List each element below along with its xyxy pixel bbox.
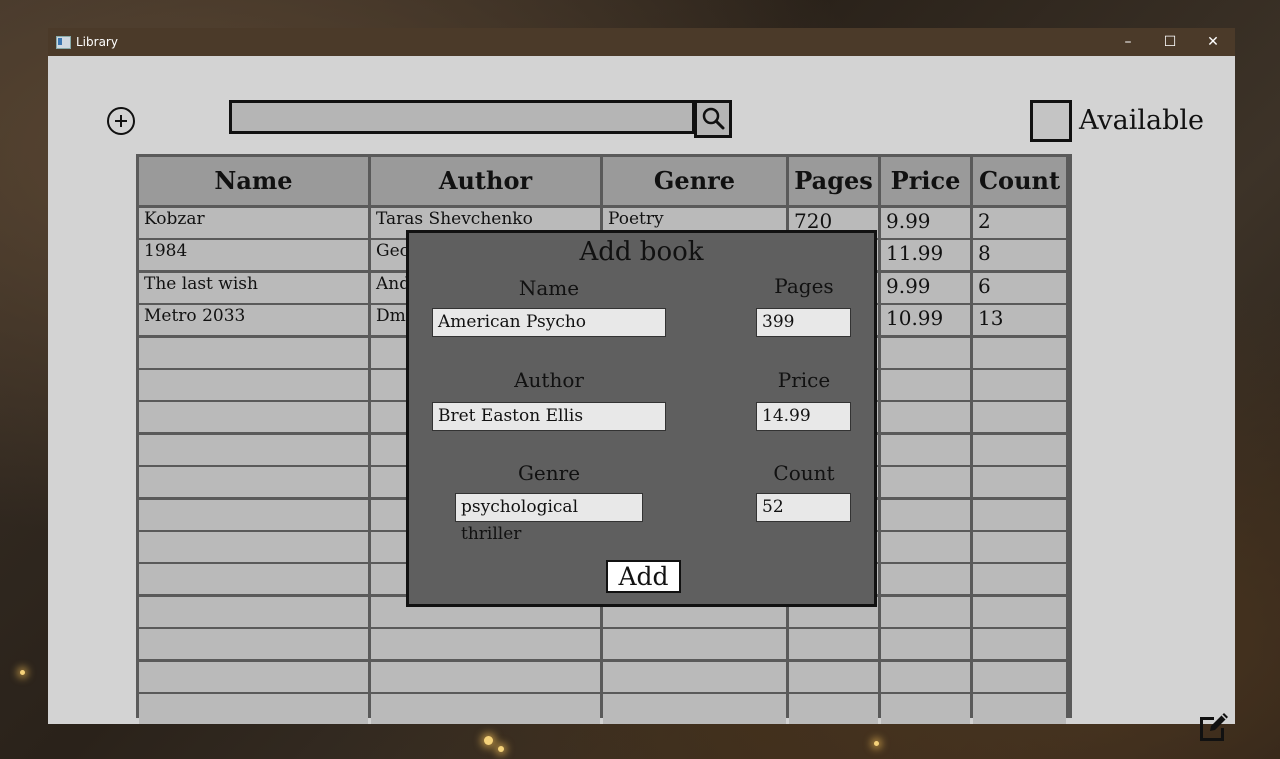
table-cell[interactable] [973,532,1066,562]
table-cell[interactable]: 9.99 [881,272,970,303]
background-light [20,670,25,675]
table-cell[interactable] [973,499,1066,530]
table-cell[interactable] [881,337,970,368]
table-cell[interactable] [881,499,970,530]
table-cell[interactable] [973,370,1066,400]
dialog-title: Add book [579,237,704,267]
pages-field[interactable]: 399 [756,308,851,337]
background-light [874,741,879,746]
table-cell[interactable] [881,694,970,724]
table-cell[interactable] [881,402,970,433]
pages-label: Pages [774,274,834,298]
table-cell[interactable]: 2 [973,208,1066,238]
table-cell[interactable] [789,629,878,660]
table-cell[interactable] [603,629,786,660]
table-cell[interactable] [789,694,878,724]
table-cell[interactable]: 6 [973,272,1066,303]
maximize-button[interactable]: ☐ [1148,28,1192,56]
close-button[interactable]: ✕ [1191,28,1235,56]
table-cell[interactable]: Kobzar [139,208,368,238]
table-cell[interactable] [139,629,368,660]
add-book-dialog: Add book Name American Psycho Pages 399 … [406,230,877,607]
table-cell[interactable] [603,694,786,724]
table-cell[interactable] [371,629,600,660]
table-cell[interactable] [139,467,368,498]
table-cell[interactable] [603,661,786,692]
genre-field[interactable]: psychological thriller [455,493,643,544]
main-content: Available Name Author Genre Pages Price Count… [48,56,1235,741]
column-header[interactable]: Genre [603,157,786,205]
available-label: Available [1079,105,1205,136]
table-cell[interactable] [973,596,1066,627]
name-label: Name [518,276,580,300]
table-cell[interactable] [139,499,368,530]
author-field[interactable]: Bret Easton Ellis [432,402,666,431]
background-light [498,746,504,752]
table-cell[interactable]: 13 [973,305,1066,336]
table-cell[interactable] [139,337,368,368]
table-cell[interactable] [789,661,878,692]
table-cell[interactable]: The last wish [139,272,368,303]
table-cell[interactable] [881,596,970,627]
table-cell[interactable] [371,661,600,692]
column-header[interactable]: Count [973,157,1066,205]
table-cell[interactable] [973,629,1066,660]
add-button[interactable]: Add [606,560,681,593]
column-header[interactable]: Author [371,157,600,205]
add-book-icon[interactable] [107,107,135,135]
name-field[interactable]: American Psycho [432,308,666,337]
table-cell[interactable] [881,661,970,692]
table-cell[interactable] [973,694,1066,724]
library-window: Library – ☐ ✕ Available Name Author Genre P… [48,28,1235,741]
table-cell[interactable] [973,402,1066,433]
window-title: Library [76,35,118,49]
column-header[interactable]: Price [881,157,970,205]
count-label: Count [773,461,835,485]
background-light [484,736,493,745]
table-cell[interactable] [139,564,368,595]
table-cell[interactable]: 11.99 [881,240,970,271]
app-icon [56,36,71,49]
minimize-button[interactable]: – [1106,28,1150,56]
column-header[interactable]: Pages [789,157,878,205]
edit-icon [1200,713,1228,741]
table-cell[interactable]: 10.99 [881,305,970,336]
table-cell[interactable] [881,564,970,595]
table-cell[interactable] [973,337,1066,368]
table-cell[interactable]: 8 [973,240,1066,271]
table-cell[interactable] [881,629,970,660]
available-checkbox[interactable] [1030,100,1072,142]
table-cell[interactable] [139,596,368,627]
table-cell[interactable] [371,694,600,724]
price-field[interactable]: 14.99 [756,402,851,431]
search-button[interactable] [694,100,732,138]
count-field[interactable]: 52 [756,493,851,522]
table-cell[interactable] [973,434,1066,465]
table-cell[interactable] [881,467,970,498]
edit-button[interactable] [1196,709,1232,745]
table-cell[interactable] [881,370,970,400]
table-cell[interactable] [139,661,368,692]
table-cell[interactable]: Metro 2033 [139,305,368,336]
table-cell[interactable]: 1984 [139,240,368,271]
title-bar[interactable]: Library – ☐ ✕ [48,28,1235,56]
table-cell[interactable]: 9.99 [881,208,970,238]
table-cell[interactable] [139,694,368,724]
table-cell[interactable] [139,532,368,562]
column-header[interactable]: Name [139,157,368,205]
table-cell[interactable] [973,467,1066,498]
search-box[interactable] [229,100,695,134]
table-cell[interactable] [139,434,368,465]
table-cell[interactable] [973,564,1066,595]
table-cell[interactable] [881,434,970,465]
search-input[interactable] [232,103,694,131]
table-cell[interactable] [139,402,368,433]
search-icon [702,107,725,130]
table-cell[interactable] [139,370,368,400]
table-cell[interactable] [881,532,970,562]
table-cell[interactable] [973,661,1066,692]
genre-label: Genre [517,461,581,485]
price-label: Price [777,368,831,392]
author-label: Author [514,368,584,392]
